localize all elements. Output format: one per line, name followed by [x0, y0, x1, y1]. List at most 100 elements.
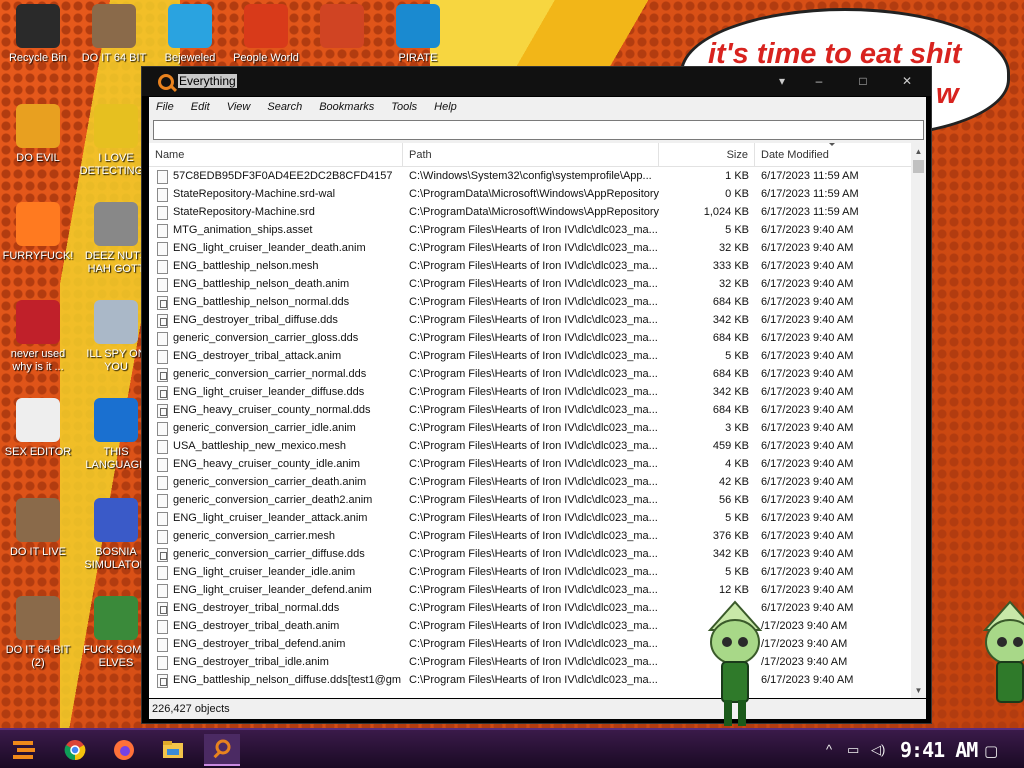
table-row[interactable]: ENG_destroyer_tribal_defend.anim C:\Progr…: [149, 636, 911, 654]
cell-name: ENG_light_cruiser_leander_idle.anim: [173, 566, 356, 578]
vertical-scrollbar[interactable]: ▲ ▼: [911, 143, 926, 698]
table-row[interactable]: MTG_animation_ships.asset C:\Program File…: [149, 222, 911, 240]
network-icon[interactable]: ▭: [847, 742, 859, 758]
cell-date-modified: 6/17/2023 9:40 AM: [761, 584, 854, 596]
cell-size: 0 KB: [725, 188, 749, 200]
volume-icon[interactable]: ◁): [871, 742, 885, 758]
cell-date-modified: 6/17/2023 9:40 AM: [761, 458, 854, 470]
minimize-button[interactable]: –: [797, 67, 841, 95]
table-row[interactable]: ENG_destroyer_tribal_normal.dds C:\Progra…: [149, 600, 911, 618]
cell-size: 342 KB: [712, 314, 749, 326]
table-row[interactable]: ENG_destroyer_tribal_attack.anim C:\Progr…: [149, 348, 911, 366]
file-icon: [157, 260, 168, 274]
everything-icon: [158, 74, 174, 90]
show-hidden-icons-icon[interactable]: ^: [826, 742, 832, 757]
cell-size: 5 KB: [725, 566, 749, 578]
menu-edit[interactable]: Edit: [191, 101, 210, 113]
cell-path: C:\Program Files\Hearts of Iron IV\dlc\d…: [409, 242, 658, 254]
table-row[interactable]: ENG_destroyer_tribal_death.anim C:\Progra…: [149, 618, 911, 636]
desktop-icon[interactable]: FURRYFUCK!: [0, 202, 76, 263]
scrollbar-thumb[interactable]: [913, 160, 924, 173]
cell-name: ENG_destroyer_tribal_attack.anim: [173, 350, 342, 362]
menu-bookmarks[interactable]: Bookmarks: [319, 101, 374, 113]
table-row[interactable]: ENG_light_cruiser_leander_defend.anim C:\…: [149, 582, 911, 600]
cell-path: C:\Program Files\Hearts of Iron IV\dlc\d…: [409, 224, 658, 236]
cell-name: USA_battleship_new_mexico.mesh: [173, 440, 347, 452]
title-bar[interactable]: Everything ▾ – □ ✕: [142, 67, 931, 96]
table-row[interactable]: ENG_light_cruiser_leander_idle.anim C:\Pr…: [149, 564, 911, 582]
table-row[interactable]: ENG_light_cruiser_leander_attack.anim C:\…: [149, 510, 911, 528]
desktop-icon[interactable]: never used why is it ...: [0, 300, 76, 374]
table-row[interactable]: ENG_heavy_cruiser_county_idle.anim C:\Pro…: [149, 456, 911, 474]
table-row[interactable]: ENG_destroyer_tribal_diffuse.dds C:\Progr…: [149, 312, 911, 330]
file-explorer-icon[interactable]: [155, 734, 191, 766]
column-size[interactable]: Size: [659, 143, 755, 167]
table-row[interactable]: ENG_battleship_nelson_diffuse.dds[test1@…: [149, 672, 911, 690]
table-row[interactable]: StateRepository-Machine.srd C:\ProgramDat…: [149, 204, 911, 222]
desktop-icon[interactable]: SEX EDITOR: [0, 398, 76, 459]
maximize-button[interactable]: □: [841, 67, 885, 95]
close-button[interactable]: ✕: [885, 67, 929, 95]
chrome-icon[interactable]: [57, 734, 93, 766]
desktop-icon[interactable]: PIRATE: [380, 4, 456, 65]
menu-help[interactable]: Help: [434, 101, 457, 113]
clock[interactable]: 9:41 AM: [900, 738, 978, 762]
dolphin-icon: [396, 4, 440, 48]
elf-icon: [94, 596, 138, 640]
cell-path: C:\Program Files\Hearts of Iron IV\dlc\d…: [409, 260, 658, 272]
cell-date-modified: 6/17/2023 9:40 AM: [761, 512, 854, 524]
column-name[interactable]: Name: [149, 143, 403, 167]
desktop-icon[interactable]: Bejeweled: [152, 4, 228, 65]
table-row[interactable]: generic_conversion_carrier_gloss.dds C:\P…: [149, 330, 911, 348]
start-button-icon[interactable]: [6, 734, 42, 766]
table-row[interactable]: generic_conversion_carrier_normal.dds C:\…: [149, 366, 911, 384]
table-row[interactable]: generic_conversion_carrier.mesh C:\Progra…: [149, 528, 911, 546]
table-row[interactable]: generic_conversion_carrier_idle.anim C:\P…: [149, 420, 911, 438]
menu-file[interactable]: File: [156, 101, 174, 113]
desktop-icon[interactable]: DO IT 64 BIT: [76, 4, 152, 65]
cell-date-modified: 6/17/2023 9:40 AM: [761, 404, 854, 416]
table-row[interactable]: ENG_light_cruiser_leander_diffuse.dds C:\…: [149, 384, 911, 402]
search-input[interactable]: [153, 120, 924, 140]
scroll-down-arrow-icon[interactable]: ▼: [911, 682, 926, 698]
table-row[interactable]: ENG_battleship_nelson.mesh C:\Program Fil…: [149, 258, 911, 276]
table-row[interactable]: ENG_battleship_nelson_death.anim C:\Progr…: [149, 276, 911, 294]
results-list: Name Path Size Date Modified 57C8EDB95DF…: [149, 143, 926, 698]
table-row[interactable]: generic_conversion_carrier_death2.anim C:…: [149, 492, 911, 510]
menu-search[interactable]: Search: [267, 101, 302, 113]
table-row[interactable]: USA_battleship_new_mexico.mesh C:\Program…: [149, 438, 911, 456]
cell-size: 684 KB: [712, 332, 749, 344]
cell-name: ENG_destroyer_tribal_defend.anim: [173, 638, 346, 650]
cell-name: generic_conversion_carrier_gloss.dds: [173, 332, 359, 344]
cell-path: C:\Program Files\Hearts of Iron IV\dlc\d…: [409, 602, 658, 614]
image-file-icon: [157, 386, 168, 400]
desktop-icon[interactable]: DO EVIL: [0, 104, 76, 165]
file-icon: [157, 530, 168, 544]
column-date-modified[interactable]: Date Modified: [755, 143, 911, 167]
image-file-icon: [157, 548, 168, 562]
desktop-icon[interactable]: DO IT 64 BIT (2): [0, 596, 76, 670]
firefox-icon[interactable]: [106, 734, 142, 766]
cell-name: generic_conversion_carrier.mesh: [173, 530, 336, 542]
table-row[interactable]: StateRepository-Machine.srd-wal C:\Progra…: [149, 186, 911, 204]
notifications-icon[interactable]: ▢: [984, 742, 998, 760]
desktop-icon[interactable]: Recycle Bin: [0, 4, 76, 65]
table-row[interactable]: ENG_battleship_nelson_normal.dds C:\Progr…: [149, 294, 911, 312]
desktop-icon[interactable]: DO IT LIVE: [0, 498, 76, 559]
desktop-icon-label: Bejeweled: [164, 52, 216, 64]
column-path[interactable]: Path: [403, 143, 659, 167]
menu-tools[interactable]: Tools: [391, 101, 417, 113]
table-row[interactable]: ENG_heavy_cruiser_county_normal.dds C:\Pr…: [149, 402, 911, 420]
cell-path: C:\Program Files\Hearts of Iron IV\dlc\d…: [409, 368, 658, 380]
scroll-up-arrow-icon[interactable]: ▲: [911, 143, 926, 159]
table-row[interactable]: 57C8EDB95DF3F0AD4EE2DC2B8CFD4157 C:\Windo…: [149, 168, 911, 186]
table-row[interactable]: generic_conversion_carrier_death.anim C:\…: [149, 474, 911, 492]
table-row[interactable]: ENG_light_cruiser_leander_death.anim C:\P…: [149, 240, 911, 258]
table-row[interactable]: generic_conversion_carrier_diffuse.dds C:…: [149, 546, 911, 564]
desktop-icon[interactable]: [304, 4, 380, 52]
devcpp-icon: [16, 300, 60, 344]
menu-view[interactable]: View: [227, 101, 251, 113]
table-row[interactable]: ENG_destroyer_tribal_idle.anim C:\Program…: [149, 654, 911, 672]
everything-icon[interactable]: [204, 734, 240, 766]
cell-date-modified: 6/17/2023 9:40 AM: [761, 440, 854, 452]
